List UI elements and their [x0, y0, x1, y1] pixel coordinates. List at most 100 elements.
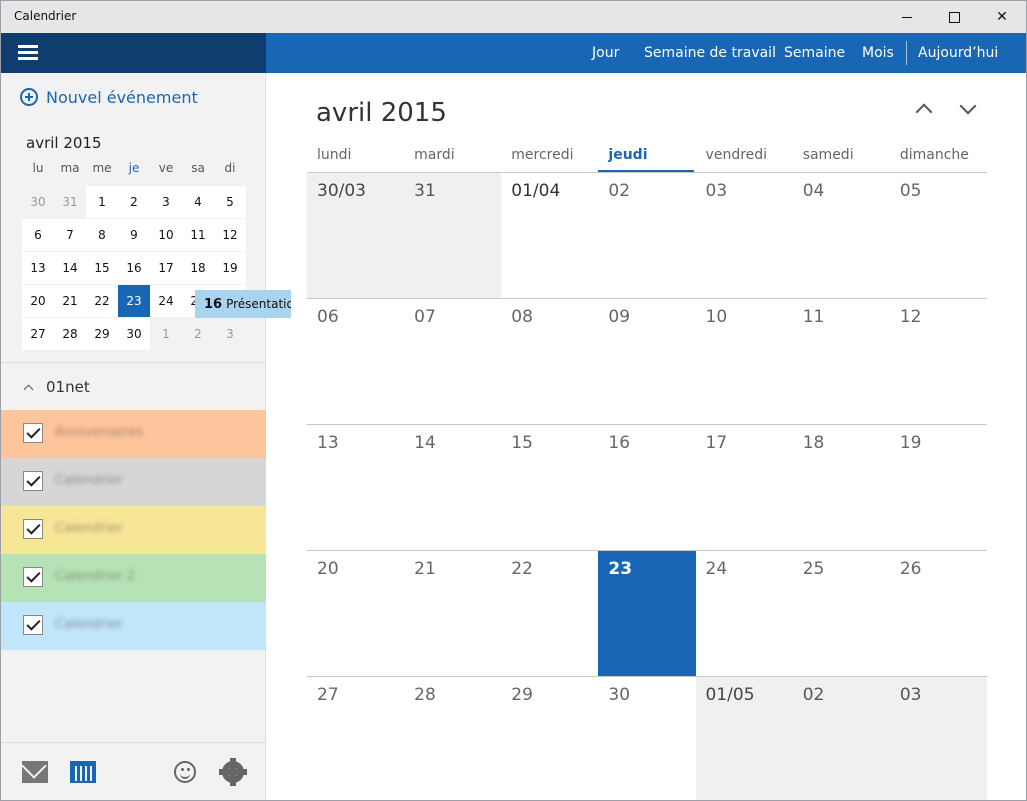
day-cell[interactable]: 07 [404, 298, 502, 424]
mini-calendar-day[interactable]: 30 [118, 318, 150, 350]
mini-calendar-day[interactable]: 27 [22, 318, 54, 350]
minimize-icon[interactable] [884, 1, 930, 33]
day-cell[interactable]: 11 [792, 298, 890, 424]
view-day-button[interactable]: Jour [592, 33, 619, 73]
close-icon[interactable]: ✕ [979, 1, 1025, 33]
mini-calendar-day[interactable]: 13 [22, 252, 54, 284]
account-name: 01net [46, 378, 90, 396]
day-cell[interactable]: 14 [404, 424, 502, 550]
day-number: 13 [317, 433, 339, 453]
day-cell[interactable]: 08 [501, 298, 599, 424]
mini-calendar-day[interactable]: 30 [22, 186, 54, 218]
feedback-smiley-icon[interactable] [174, 761, 196, 783]
mini-calendar-day[interactable]: 17 [150, 252, 182, 284]
day-cell[interactable]: 03 [695, 172, 793, 298]
mini-calendar-day[interactable]: 29 [86, 318, 118, 350]
mini-calendar-day[interactable]: 3 [150, 186, 182, 218]
account-toggle[interactable]: 01net [23, 378, 90, 396]
mini-calendar-day[interactable]: 2 [182, 318, 214, 350]
day-cell[interactable]: 26 [889, 550, 987, 676]
day-cell[interactable]: 30 [598, 676, 696, 800]
calendar-list-item[interactable]: Calendrier 2 [1, 554, 266, 602]
day-cell[interactable]: 04 [792, 172, 890, 298]
mail-icon[interactable] [22, 761, 48, 783]
mini-calendar-day[interactable]: 7 [54, 219, 86, 251]
day-cell[interactable]: 15 [501, 424, 599, 550]
calendar-checkbox[interactable] [23, 567, 43, 587]
day-cell[interactable]: 28 [404, 676, 502, 800]
mini-calendar-title[interactable]: avril 2015 [26, 134, 102, 152]
view-workweek-button[interactable]: Semaine de travail [644, 33, 776, 73]
hamburger-menu-icon[interactable] [18, 45, 38, 61]
day-cell[interactable]: 10 [695, 298, 793, 424]
day-cell[interactable]: 20 [307, 550, 405, 676]
mini-calendar-day[interactable]: 23 [118, 285, 150, 317]
new-event-button[interactable]: Nouvel événement [20, 86, 198, 108]
mini-calendar-day[interactable]: 3 [214, 318, 246, 350]
day-cell[interactable]: 22 [501, 550, 599, 676]
mini-calendar-day[interactable]: 6 [22, 219, 54, 251]
maximize-icon[interactable] [931, 1, 977, 33]
day-cell[interactable]: 24 [695, 550, 793, 676]
calendar-checkbox[interactable] [23, 471, 43, 491]
day-cell[interactable]: 01/05 [695, 676, 793, 800]
mini-calendar-day[interactable]: 11 [182, 219, 214, 251]
mini-calendar-day[interactable]: 8 [86, 219, 118, 251]
day-cell[interactable]: 09 [598, 298, 696, 424]
day-cell[interactable]: 23 [598, 550, 696, 676]
mini-calendar-day[interactable]: 21 [54, 285, 86, 317]
day-cell[interactable]: 17 [695, 424, 793, 550]
mini-calendar-day[interactable]: 14 [54, 252, 86, 284]
day-cell[interactable]: 21 [404, 550, 502, 676]
day-cell[interactable]: 27 [307, 676, 405, 800]
day-cell[interactable]: 31 [404, 172, 502, 298]
day-cell[interactable]: 06 [307, 298, 405, 424]
mini-calendar-day[interactable]: 15 [86, 252, 118, 284]
mini-calendar-day[interactable]: 18 [182, 252, 214, 284]
day-cell[interactable]: 29 [501, 676, 599, 800]
mini-calendar-day[interactable]: 12 [214, 219, 246, 251]
gear-icon[interactable] [219, 758, 247, 786]
day-cell[interactable]: 19 [889, 424, 987, 550]
calendar-list-item[interactable]: Calendrier [1, 602, 266, 650]
day-cell[interactable]: 30/03 [307, 172, 405, 298]
mini-calendar-day[interactable]: 19 [214, 252, 246, 284]
day-cell[interactable]: 16 [598, 424, 696, 550]
calendar-checkbox[interactable] [23, 519, 43, 539]
day-cell[interactable]: 02 [792, 676, 890, 800]
calendar-list-item[interactable]: Anniversaires [1, 410, 266, 458]
chevron-up-icon[interactable] [911, 99, 935, 119]
day-cell[interactable]: 05 [889, 172, 987, 298]
day-cell[interactable]: 03 [889, 676, 987, 800]
mini-calendar-day[interactable]: 9 [118, 219, 150, 251]
mini-calendar-day[interactable]: 1 [86, 186, 118, 218]
mini-calendar-day[interactable]: 16 [118, 252, 150, 284]
day-cell[interactable]: 13 [307, 424, 405, 550]
mini-calendar-day[interactable]: 10 [150, 219, 182, 251]
mini-calendar-day[interactable]: 2 [118, 186, 150, 218]
calendar-checkbox[interactable] [23, 615, 43, 635]
view-month-button[interactable]: Mois [862, 33, 894, 73]
mini-calendar-day[interactable]: 22 [86, 285, 118, 317]
calendar-checkbox[interactable] [23, 423, 43, 443]
mini-calendar-day[interactable]: 24 [150, 285, 182, 317]
day-cell[interactable]: 01/04 [501, 172, 599, 298]
mini-calendar-day[interactable]: 28 [54, 318, 86, 350]
mini-calendar-day[interactable]: 20 [22, 285, 54, 317]
calendar-icon[interactable] [70, 761, 96, 783]
mini-calendar-day[interactable]: 4 [182, 186, 214, 218]
day-cell[interactable]: 02 [598, 172, 696, 298]
mini-calendar-day[interactable]: 1 [150, 318, 182, 350]
calendar-list-item[interactable]: Calendrier [1, 506, 266, 554]
day-cell[interactable]: 25 [792, 550, 890, 676]
mini-calendar-day[interactable]: 31 [54, 186, 86, 218]
day-cell[interactable]: 12 [889, 298, 987, 424]
today-button[interactable]: Aujourd’hui [918, 33, 998, 73]
day-cell[interactable]: 18 [792, 424, 890, 550]
event-item[interactable]: 16Présentation [195, 290, 291, 318]
mini-calendar-day[interactable]: 5 [214, 186, 246, 218]
chevron-down-icon[interactable] [955, 99, 979, 119]
title-bar[interactable]: Calendrier ✕ [1, 1, 1026, 33]
calendar-list-item[interactable]: Calendrier [1, 458, 266, 506]
view-week-button[interactable]: Semaine [784, 33, 845, 73]
